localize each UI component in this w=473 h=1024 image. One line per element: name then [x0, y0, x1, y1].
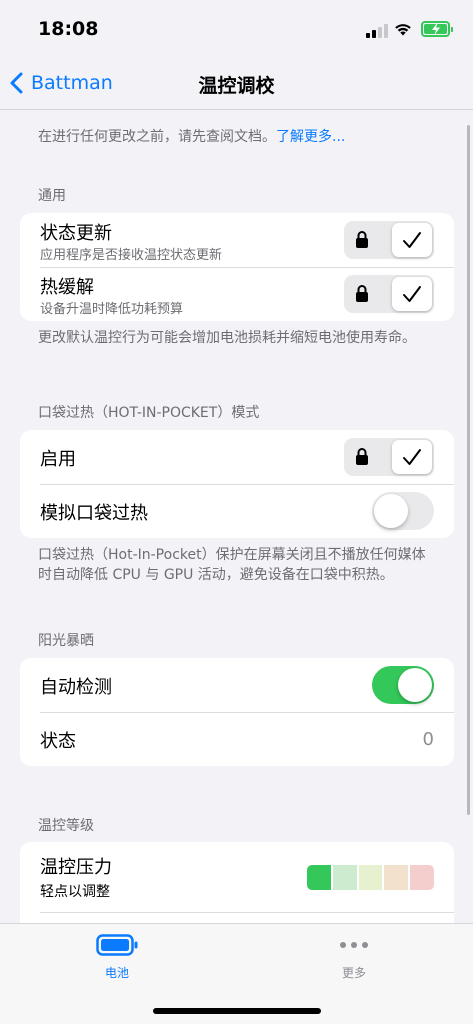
checkmark-icon[interactable] — [392, 277, 432, 311]
tab-label: 电池 — [104, 966, 129, 980]
section-footer-general: 更改默认温控行为可能会增加电池损耗并缩短电池使用寿命。 — [38, 330, 416, 346]
tab-battery[interactable]: 电池 — [57, 934, 177, 981]
section-header-thermal-level: 温控等级 — [38, 818, 94, 834]
row-next-hidden — [20, 912, 454, 923]
intro-note: 在进行任何更改之前，请先查阅文档。了解更多... — [38, 127, 438, 147]
row-title: 温控压力 — [40, 857, 112, 878]
section-header-sun: 阳光暴晒 — [38, 633, 94, 649]
learn-more-link[interactable]: 了解更多... — [276, 129, 345, 145]
row-thermal-mitigation[interactable]: 热缓解 设备升温时降低功耗预算 — [20, 267, 454, 321]
row-title: 状态更新 — [40, 223, 112, 244]
auto-detect-toggle[interactable] — [372, 666, 434, 704]
row-auto-detect[interactable]: 自动检测 — [20, 658, 454, 712]
locked-checkbox[interactable] — [344, 221, 434, 259]
row-subtitle: 轻点以调整 — [40, 884, 110, 900]
row-thermal-pressure[interactable]: 温控压力 轻点以调整 — [20, 842, 454, 912]
scrollbar[interactable] — [467, 125, 470, 815]
group-sun: 自动检测 状态 0 — [20, 658, 454, 766]
group-thermal-level: 温控压力 轻点以调整 — [20, 842, 454, 923]
locked-checkbox[interactable] — [344, 438, 434, 476]
row-sun-status: 状态 0 — [20, 712, 454, 766]
intro-text: 在进行任何更改之前，请先查阅文档。 — [38, 129, 276, 145]
checkmark-icon[interactable] — [392, 440, 432, 474]
locked-checkbox[interactable] — [344, 275, 434, 313]
cellular-signal-icon — [366, 24, 388, 38]
row-simulate-hip[interactable]: 模拟口袋过热 — [20, 484, 454, 538]
tab-more[interactable]: 更多 — [294, 934, 414, 981]
group-hip: 启用 模拟口袋过热 — [20, 430, 454, 538]
row-subtitle: 应用程序是否接收温控状态更新 — [40, 248, 223, 263]
lock-icon — [356, 231, 368, 248]
wifi-icon — [395, 24, 411, 36]
simulate-hip-toggle[interactable] — [372, 492, 434, 530]
more-dots-icon — [340, 942, 368, 948]
row-title: 热缓解 — [40, 277, 94, 298]
navigation-bar: Battman 温控调校 — [0, 58, 473, 110]
tab-label: 更多 — [341, 966, 366, 980]
section-footer-hip: 口袋过热（Hot-In-Pocket）保护在屏幕关闭且不播放任何媒体时自动降低 … — [38, 547, 426, 583]
row-status-updates[interactable]: 状态更新 应用程序是否接收温控状态更新 — [20, 213, 454, 267]
pressure-level-segment[interactable] — [384, 865, 409, 890]
row-hip-enable[interactable]: 启用 — [20, 430, 454, 484]
toggle-knob — [398, 668, 432, 702]
checkmark-icon[interactable] — [392, 223, 432, 257]
row-title: 状态 — [40, 731, 76, 752]
battery-icon — [96, 934, 138, 956]
pressure-level-segment[interactable] — [410, 865, 434, 890]
row-title: 启用 — [40, 449, 76, 470]
sun-status-value: 0 — [422, 729, 434, 750]
thermal-pressure-scale[interactable] — [307, 865, 434, 890]
settings-list[interactable]: 在进行任何更改之前，请先查阅文档。了解更多... 通用 状态更新 应用程序是否接… — [0, 111, 473, 923]
group-general: 状态更新 应用程序是否接收温控状态更新 热缓解 设备升温时降低功耗预算 — [20, 213, 454, 321]
pressure-level-segment[interactable] — [358, 865, 383, 890]
page-title: 温控调校 — [198, 75, 275, 97]
row-subtitle: 设备升温时降低功耗预算 — [40, 302, 184, 317]
battery-charging-icon — [421, 21, 453, 37]
row-title: 模拟口袋过热 — [40, 503, 148, 524]
section-header-general: 通用 — [38, 188, 66, 204]
lock-icon — [356, 285, 368, 302]
toggle-knob — [374, 494, 408, 528]
row-title: 自动检测 — [40, 677, 112, 698]
status-time: 18:08 — [38, 18, 99, 40]
pressure-level-segment[interactable] — [307, 865, 331, 890]
section-header-hip: 口袋过热（HOT-IN-POCKET）模式 — [38, 405, 260, 421]
home-indicator — [153, 1008, 321, 1014]
pressure-level-segment[interactable] — [332, 865, 357, 890]
lock-icon — [356, 448, 368, 465]
status-bar: 18:08 — [0, 0, 473, 60]
